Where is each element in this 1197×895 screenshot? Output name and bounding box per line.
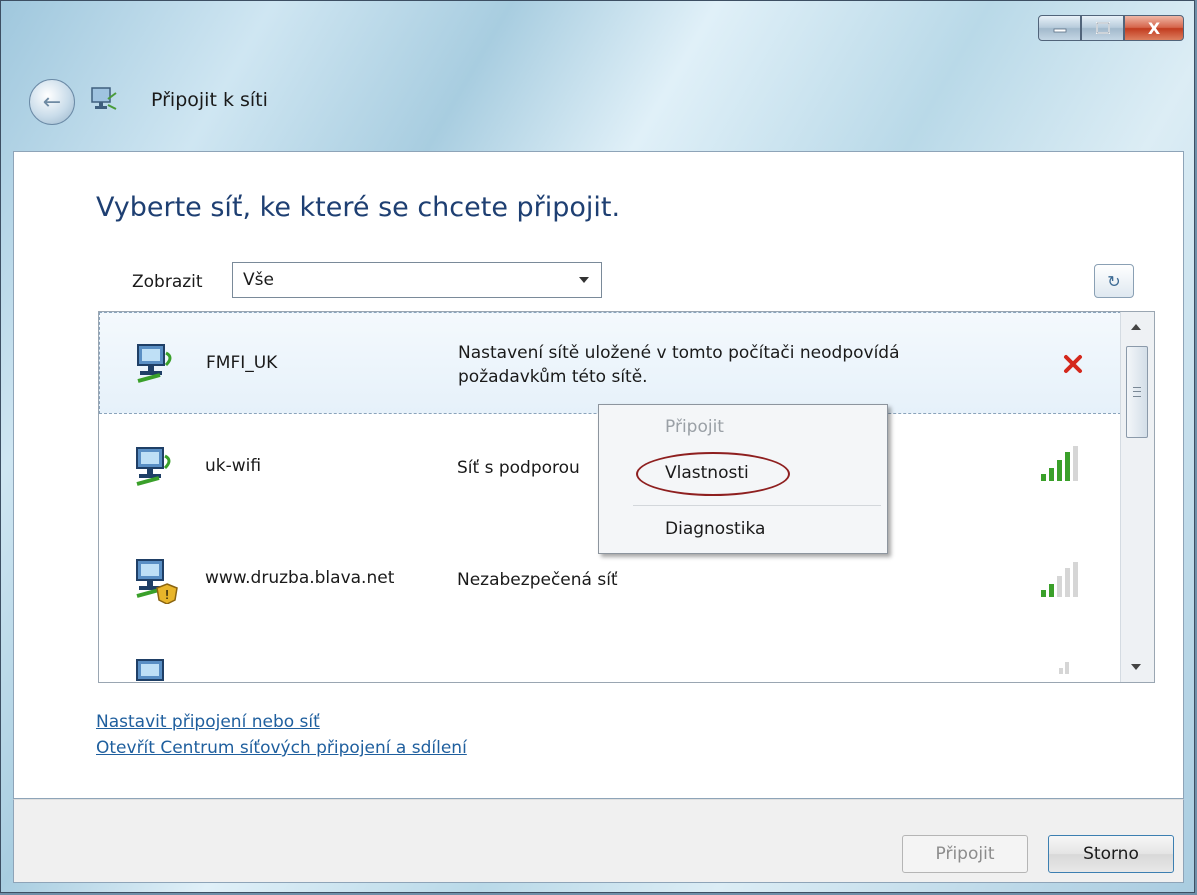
menu-separator: [633, 505, 881, 506]
wireless-network-icon: [137, 344, 172, 383]
connect-button[interactable]: Připojit: [902, 835, 1028, 873]
network-row-fmfi-uk[interactable]: FMFI_UK Nastavení sítě uložené v tomto p…: [99, 312, 1121, 414]
window-title: Připojit k síti: [151, 89, 268, 111]
network-description-line: Nastavení sítě uložené v tomto počítači …: [458, 343, 900, 363]
signal-bars-icon: [1041, 446, 1078, 481]
signal-bars-icon: [1059, 662, 1069, 674]
context-menu: Připojit Vlastnosti Diagnostika: [598, 404, 888, 554]
list-scrollbar[interactable]: [1120, 312, 1154, 682]
scroll-down-icon[interactable]: [1131, 664, 1141, 670]
scroll-thumb[interactable]: [1126, 346, 1148, 438]
refresh-icon: ↻: [1107, 271, 1121, 291]
back-button[interactable]: ←: [29, 79, 75, 125]
wireless-network-icon: [136, 659, 164, 681]
network-name: www.druzba.blava.net: [205, 568, 395, 588]
close-button[interactable]: X: [1124, 15, 1184, 41]
back-arrow-icon: ←: [42, 89, 62, 115]
setup-connection-link[interactable]: Nastavit připojení nebo síť: [96, 712, 320, 732]
maximize-button[interactable]: [1081, 15, 1124, 41]
close-icon: X: [1147, 18, 1161, 38]
network-name: FMFI_UK: [206, 353, 278, 373]
network-name: uk-wifi: [205, 456, 262, 476]
chevron-down-icon: [579, 277, 589, 283]
scroll-up-icon[interactable]: [1131, 324, 1141, 330]
window-controls: X: [1038, 15, 1184, 41]
network-description-line: požadavkům této sítě.: [458, 367, 648, 387]
unsecured-network-icon: !: [136, 559, 178, 604]
main-panel: Vyberte síť, ke které se chcete připojit…: [13, 151, 1184, 799]
signal-bars-icon: [1041, 562, 1078, 597]
minimize-button[interactable]: [1038, 15, 1081, 41]
network-description: Síť s podporou: [457, 458, 580, 478]
dialog-footer: Připojit Storno: [13, 799, 1184, 883]
refresh-button[interactable]: ↻: [1094, 264, 1134, 298]
network-description: Nastavení sítě uložené v tomto počítači …: [458, 341, 900, 389]
network-row-partial[interactable]: [99, 642, 1121, 682]
context-menu-diagnostics[interactable]: Diagnostika: [665, 519, 765, 539]
maximize-icon: [1095, 22, 1110, 34]
error-x-icon: [1064, 355, 1082, 373]
filter-selected-value: Vše: [243, 270, 274, 290]
context-menu-connect[interactable]: Připojit: [665, 417, 724, 437]
annotation-circle: [636, 452, 790, 496]
filter-dropdown[interactable]: Vše: [232, 262, 602, 298]
network-description: Nezabezpečená síť: [457, 570, 618, 590]
page-heading: Vyberte síť, ke které se chcete připojit…: [96, 192, 621, 223]
connect-network-window: X ← Připojit k síti Vyberte síť, ke kter…: [0, 0, 1195, 893]
cancel-button[interactable]: Storno: [1048, 835, 1174, 873]
svg-text:!: !: [165, 588, 170, 602]
network-center-link[interactable]: Otevřít Centrum síťových připojení a sdí…: [96, 738, 467, 758]
wireless-network-icon: [136, 447, 171, 486]
filter-label: Zobrazit: [132, 272, 203, 292]
network-connect-icon: [91, 87, 117, 110]
minimize-icon: [1053, 28, 1066, 33]
